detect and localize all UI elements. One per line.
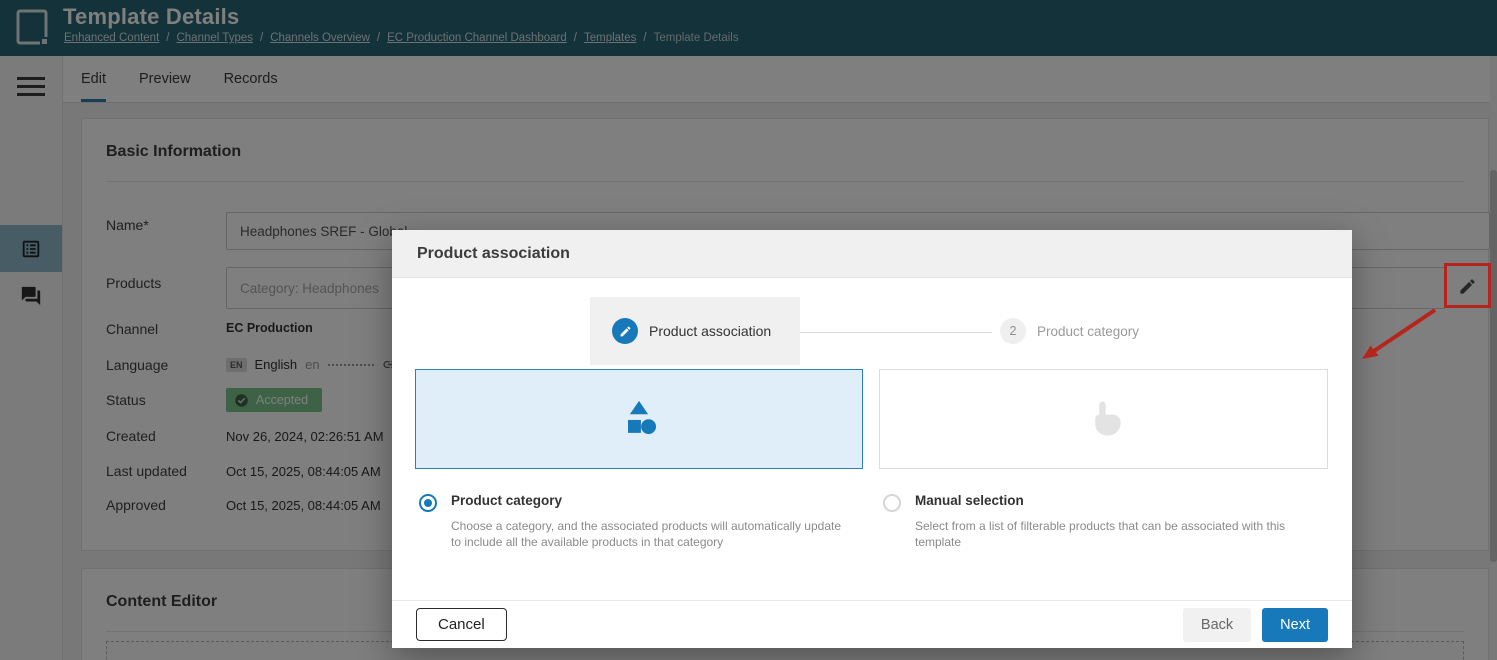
- step-2-label: Product category: [1037, 324, 1139, 339]
- manual-selection-option[interactable]: Manual selection Select from a list of f…: [883, 493, 1303, 550]
- product-association-modal: Product association Product association …: [392, 230, 1352, 648]
- step-1-label: Product association: [649, 323, 771, 339]
- product-category-card[interactable]: [415, 369, 863, 469]
- step-product-category: 2 Product category: [1000, 318, 1139, 344]
- hand-pointer-icon: [1083, 398, 1125, 440]
- step-2-number: 2: [1000, 318, 1026, 344]
- annotation-highlight-box: [1444, 263, 1491, 308]
- product-category-option[interactable]: Product category Choose a category, and …: [419, 493, 855, 550]
- manual-selection-radio[interactable]: [883, 494, 901, 512]
- category-shapes-icon: [616, 397, 662, 441]
- step-connector: [800, 332, 992, 333]
- product-category-option-title: Product category: [451, 493, 849, 508]
- manual-selection-card[interactable]: [879, 369, 1328, 469]
- modal-title: Product association: [417, 245, 570, 263]
- step-product-association: Product association: [590, 297, 800, 365]
- annotation-arrow: [1350, 300, 1450, 370]
- pencil-step-icon: [612, 318, 638, 344]
- modal-footer: Cancel Back Next: [392, 600, 1352, 648]
- cancel-button[interactable]: Cancel: [416, 608, 507, 641]
- back-button[interactable]: Back: [1183, 608, 1251, 642]
- manual-selection-option-title: Manual selection: [915, 493, 1303, 508]
- manual-selection-option-description: Select from a list of filterable product…: [915, 518, 1303, 550]
- product-category-radio[interactable]: [419, 494, 437, 512]
- modal-header: Product association: [392, 230, 1352, 278]
- next-button[interactable]: Next: [1262, 608, 1328, 642]
- product-category-option-description: Choose a category, and the associated pr…: [451, 518, 849, 550]
